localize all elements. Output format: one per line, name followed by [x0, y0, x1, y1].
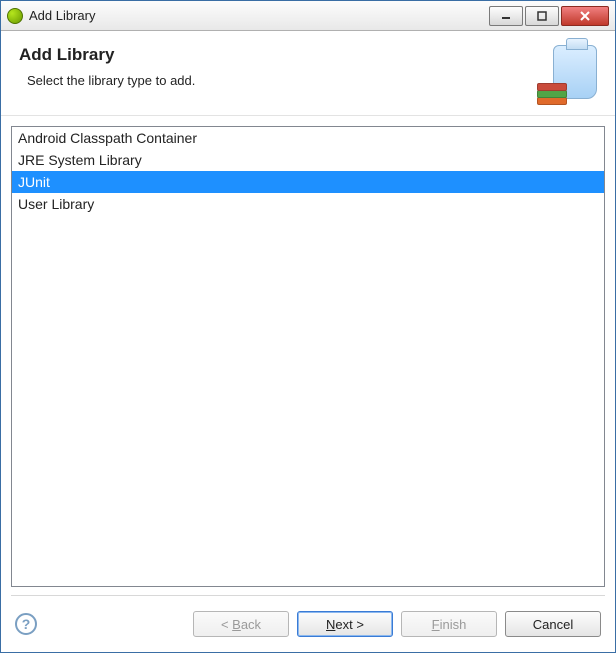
- titlebar[interactable]: Add Library: [1, 1, 615, 31]
- close-button[interactable]: [561, 6, 609, 26]
- footer: ? < Back Next > Finish Cancel: [1, 596, 615, 652]
- maximize-button[interactable]: [525, 6, 559, 26]
- list-item[interactable]: JUnit: [12, 171, 604, 193]
- close-icon: [579, 11, 591, 21]
- cancel-button[interactable]: Cancel: [505, 611, 601, 637]
- library-icon: [537, 45, 597, 105]
- page-title: Add Library: [19, 45, 537, 65]
- minimize-icon: [501, 11, 511, 21]
- list-item[interactable]: JRE System Library: [12, 149, 604, 171]
- next-button[interactable]: Next >: [297, 611, 393, 637]
- list-item[interactable]: User Library: [12, 193, 604, 215]
- header-banner: Add Library Select the library type to a…: [1, 31, 615, 116]
- list-item[interactable]: Android Classpath Container: [12, 127, 604, 149]
- window-buttons: [489, 6, 609, 26]
- page-subtitle: Select the library type to add.: [27, 73, 537, 88]
- help-icon: ?: [22, 616, 31, 632]
- content-area: Android Classpath ContainerJRE System Li…: [1, 116, 615, 595]
- library-type-list[interactable]: Android Classpath ContainerJRE System Li…: [11, 126, 605, 587]
- dialog-window: Add Library Add Library Select the libra…: [0, 0, 616, 653]
- window-title: Add Library: [29, 8, 489, 23]
- header-text: Add Library Select the library type to a…: [19, 45, 537, 92]
- finish-button: Finish: [401, 611, 497, 637]
- app-icon: [7, 8, 23, 24]
- maximize-icon: [537, 11, 547, 21]
- minimize-button[interactable]: [489, 6, 523, 26]
- back-button: < Back: [193, 611, 289, 637]
- help-button[interactable]: ?: [15, 613, 37, 635]
